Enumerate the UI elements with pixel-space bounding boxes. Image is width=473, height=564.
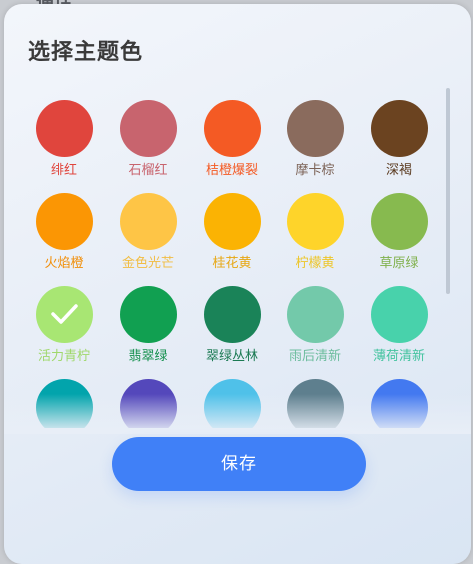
color-dot	[204, 286, 261, 343]
color-dot	[204, 100, 261, 157]
color-swatch[interactable]: 桔橙爆裂	[192, 87, 272, 178]
color-label: 活力青柠	[37, 349, 90, 364]
scroll-fade	[4, 394, 471, 434]
color-swatch[interactable]: 翠绿丛林	[192, 273, 272, 364]
color-swatch[interactable]: 绯红	[24, 87, 104, 178]
color-swatch[interactable]: 草原绿	[359, 180, 439, 271]
color-label: 深褐	[385, 163, 412, 178]
color-swatch[interactable]: 柠檬黄	[275, 180, 355, 271]
color-label: 摩卡棕	[295, 163, 335, 178]
color-swatch[interactable]: 桂花黄	[192, 180, 272, 271]
color-dot	[120, 193, 177, 250]
color-label: 桔橙爆裂	[205, 163, 258, 178]
color-label: 绯红	[50, 163, 77, 178]
color-dot	[36, 100, 93, 157]
color-dot	[287, 286, 344, 343]
color-swatch[interactable]: 翡翠绿	[108, 273, 188, 364]
color-label: 火焰橙	[44, 256, 84, 271]
save-button[interactable]: 保存	[112, 437, 366, 491]
color-dot	[120, 100, 177, 157]
color-label: 翠绿丛林	[205, 349, 258, 364]
color-dot	[36, 286, 93, 343]
color-swatch[interactable]: 火焰橙	[24, 180, 104, 271]
theme-color-sheet: 选择主题色 绯红 石榴红 桔橙爆裂 摩卡棕 深褐火焰橙 金色光芒 桂花黄 柠檬黄 草原绿活力青柠…	[4, 4, 471, 564]
color-label: 草原绿	[379, 256, 419, 271]
scrollbar[interactable]	[446, 88, 450, 294]
color-dot	[36, 193, 93, 250]
check-icon	[51, 304, 78, 324]
color-swatch[interactable]: 薄荷清新	[359, 273, 439, 364]
color-grid-scroll[interactable]: 绯红 石榴红 桔橙爆裂 摩卡棕 深褐火焰橙 金色光芒 桂花黄 柠檬黄 草原绿活力青柠 翡翠绿 翠绿丛…	[4, 84, 444, 428]
color-swatch[interactable]: 石榴红	[108, 87, 188, 178]
color-label: 雨后清新	[288, 349, 341, 364]
color-dot	[371, 193, 428, 250]
color-swatch[interactable]: 雨后清新	[275, 273, 355, 364]
color-dot	[204, 193, 261, 250]
sheet-title: 选择主题色	[28, 40, 144, 65]
color-label: 翡翠绿	[128, 349, 168, 364]
color-swatch[interactable]: 金色光芒	[108, 180, 188, 271]
color-dot	[287, 193, 344, 250]
color-label: 薄荷清新	[372, 349, 425, 364]
color-dot	[120, 286, 177, 343]
color-dot	[371, 286, 428, 343]
color-swatch[interactable]: 摩卡棕	[275, 87, 355, 178]
color-label: 石榴红	[128, 163, 168, 178]
color-swatch[interactable]: 深褐	[359, 87, 439, 178]
color-swatch[interactable]: 活力青柠	[24, 273, 104, 364]
color-dot	[371, 100, 428, 157]
color-label: 金色光芒	[121, 256, 174, 271]
color-label: 桂花黄	[212, 256, 252, 271]
color-dot	[287, 100, 344, 157]
color-label: 柠檬黄	[295, 256, 335, 271]
